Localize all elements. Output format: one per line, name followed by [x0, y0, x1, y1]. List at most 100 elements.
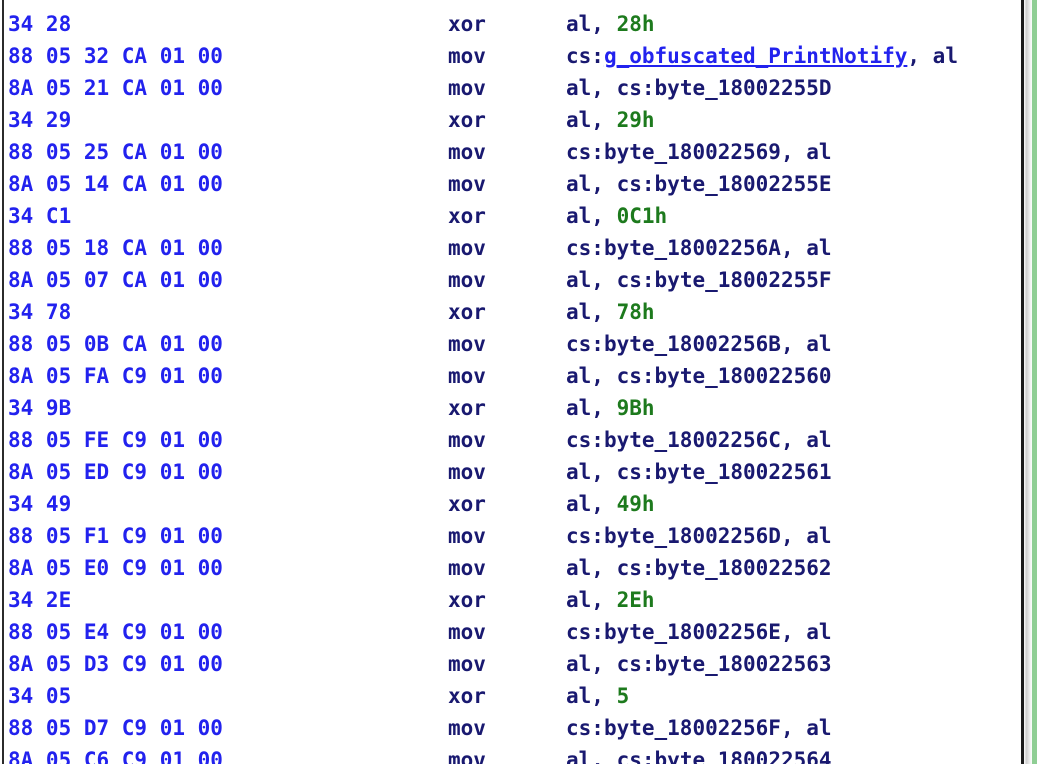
code-line[interactable]: 8A 05 D3 C9 01 00 mov al, cs:byte_18002256… — [0, 648, 1021, 680]
instruction-mnemonic: mov — [448, 652, 486, 676]
operand-punctuation: , — [591, 396, 617, 420]
instruction-mnemonic: mov — [448, 76, 486, 100]
operand-punctuation: , — [591, 364, 617, 388]
register-operand: al — [566, 396, 592, 420]
instruction-mnemonic: mov — [448, 524, 486, 548]
code-line[interactable]: 8A 05 14 CA 01 00 mov al, cs:byte_18002255… — [0, 168, 1021, 200]
data-reference[interactable]: byte_18002256D — [604, 524, 781, 548]
segment-prefix: cs: — [566, 236, 604, 260]
instruction-bytes: 8A 05 E0 C9 01 00 — [8, 556, 223, 580]
instruction-mnemonic: mov — [448, 716, 486, 740]
segment-prefix: cs: — [616, 748, 655, 764]
data-reference[interactable]: byte_180022564 — [655, 748, 832, 764]
data-reference[interactable]: byte_18002255F — [655, 268, 832, 292]
instruction-bytes: 88 05 D7 C9 01 00 — [8, 716, 223, 740]
disassembly-window: 34 28 xor al, 28h 88 05 32 CA 01 00 mov cs:g_… — [0, 0, 1040, 764]
register-operand: al — [566, 108, 592, 132]
operand-punctuation: , — [780, 620, 807, 644]
segment-prefix: cs: — [616, 172, 655, 196]
instruction-mnemonic: xor — [448, 108, 486, 132]
instruction-operands: cs:byte_180022569, al — [566, 136, 832, 168]
code-line[interactable]: 34 05 xor al, 5 — [0, 680, 1021, 712]
data-reference[interactable]: byte_180022563 — [655, 652, 832, 676]
operand-punctuation: , — [591, 652, 617, 676]
register-operand: al — [932, 44, 958, 68]
code-line[interactable]: 34 C1 xor al, 0C1h — [0, 200, 1021, 232]
register-operand: al — [566, 268, 592, 292]
code-line[interactable]: 8A 05 FA C9 01 00 mov al, cs:byte_18002256… — [0, 360, 1021, 392]
register-operand: al — [806, 716, 832, 740]
data-reference[interactable]: byte_18002256F — [604, 716, 781, 740]
instruction-mnemonic: mov — [448, 236, 486, 260]
code-line[interactable]: 8A 05 C6 C9 01 00 mov al, cs:byte_18002256… — [0, 744, 1021, 764]
instruction-mnemonic: mov — [448, 172, 486, 196]
code-line[interactable]: 88 05 E4 C9 01 00 mov cs:byte_18002256E, a… — [0, 616, 1021, 648]
code-line[interactable]: 88 05 25 CA 01 00 mov cs:byte_180022569, a… — [0, 136, 1021, 168]
operand-punctuation: , — [780, 332, 807, 356]
code-line[interactable]: 34 78 xor al, 78h — [0, 296, 1021, 328]
code-line[interactable]: 8A 05 21 CA 01 00 mov al, cs:byte_18002255… — [0, 72, 1021, 104]
immediate-value: 28h — [616, 12, 655, 36]
data-reference[interactable]: byte_18002255E — [655, 172, 832, 196]
immediate-value: 5 — [616, 684, 630, 708]
code-line[interactable] — [0, 0, 1021, 8]
immediate-value: 0C1h — [616, 204, 668, 228]
instruction-operands: cs:byte_18002256F, al — [566, 712, 832, 744]
operand-punctuation: , — [780, 140, 807, 164]
register-operand: al — [566, 652, 592, 676]
code-line[interactable]: 8A 05 07 CA 01 00 mov al, cs:byte_18002255… — [0, 264, 1021, 296]
data-reference[interactable]: byte_18002255D — [655, 76, 832, 100]
register-operand: al — [566, 684, 592, 708]
data-reference[interactable]: byte_18002256B — [604, 332, 781, 356]
instruction-operands: al, 78h — [566, 296, 655, 328]
segment-prefix: cs: — [616, 460, 655, 484]
code-line[interactable]: 8A 05 ED C9 01 00 mov al, cs:byte_18002256… — [0, 456, 1021, 488]
instruction-mnemonic: xor — [448, 492, 486, 516]
segment-prefix: cs: — [566, 428, 604, 452]
code-line[interactable]: 88 05 32 CA 01 00 mov cs:g_obfuscated_Prin… — [0, 40, 1021, 72]
code-line[interactable]: 34 29 xor al, 29h — [0, 104, 1021, 136]
register-operand: al — [806, 428, 832, 452]
segment-prefix: cs: — [616, 652, 655, 676]
code-line[interactable]: 88 05 0B CA 01 00 mov cs:byte_18002256B, a… — [0, 328, 1021, 360]
code-line[interactable]: 88 05 D7 C9 01 00 mov cs:byte_18002256F, a… — [0, 712, 1021, 744]
data-reference[interactable]: byte_180022562 — [655, 556, 832, 580]
operand-punctuation: , — [907, 44, 933, 68]
instruction-bytes: 8A 05 07 CA 01 00 — [8, 268, 223, 292]
disassembly-pane[interactable]: 34 28 xor al, 28h 88 05 32 CA 01 00 mov cs:g_… — [0, 0, 1021, 764]
instruction-operands: al, cs:byte_18002255D — [566, 72, 832, 104]
instruction-operands: cs:byte_18002256C, al — [566, 424, 832, 456]
operand-punctuation: , — [591, 268, 617, 292]
segment-prefix: cs: — [566, 44, 604, 68]
code-line[interactable]: 88 05 18 CA 01 00 mov cs:byte_18002256A, a… — [0, 232, 1021, 264]
register-operand: al — [806, 140, 832, 164]
code-line[interactable]: 34 2E xor al, 2Eh — [0, 584, 1021, 616]
data-reference[interactable]: byte_180022569 — [604, 140, 781, 164]
instruction-mnemonic: mov — [448, 428, 486, 452]
instruction-mnemonic: mov — [448, 620, 486, 644]
vertical-scrollbar[interactable] — [1024, 0, 1032, 764]
instruction-operands: cs:byte_18002256B, al — [566, 328, 832, 360]
operand-punctuation: , — [780, 428, 807, 452]
code-line[interactable]: 34 28 xor al, 28h — [0, 8, 1021, 40]
instruction-mnemonic: xor — [448, 684, 486, 708]
data-reference[interactable]: byte_18002256C — [604, 428, 781, 452]
code-line[interactable]: 34 9B xor al, 9Bh — [0, 392, 1021, 424]
immediate-value: 78h — [616, 300, 655, 324]
scrollbar-thumb[interactable] — [1024, 0, 1032, 764]
code-line[interactable]: 8A 05 E0 C9 01 00 mov al, cs:byte_18002256… — [0, 552, 1021, 584]
instruction-operands: al, cs:byte_18002255F — [566, 264, 832, 296]
code-line[interactable]: 88 05 FE C9 01 00 mov cs:byte_18002256C, a… — [0, 424, 1021, 456]
data-reference[interactable]: byte_18002256A — [604, 236, 781, 260]
data-reference[interactable]: byte_180022561 — [655, 460, 832, 484]
instruction-bytes: 88 05 F1 C9 01 00 — [8, 524, 223, 548]
code-line[interactable]: 88 05 F1 C9 01 00 mov cs:byte_18002256D, a… — [0, 520, 1021, 552]
register-operand: al — [806, 332, 832, 356]
data-reference[interactable]: byte_180022560 — [655, 364, 832, 388]
data-reference[interactable]: byte_18002256E — [604, 620, 781, 644]
instruction-operands: cs:byte_18002256E, al — [566, 616, 832, 648]
code-line[interactable]: 34 49 xor al, 49h — [0, 488, 1021, 520]
symbol-link[interactable]: g_obfuscated_PrintNotify — [604, 44, 907, 68]
instruction-operands: cs:byte_18002256D, al — [566, 520, 832, 552]
instruction-bytes: 34 78 — [8, 300, 72, 324]
